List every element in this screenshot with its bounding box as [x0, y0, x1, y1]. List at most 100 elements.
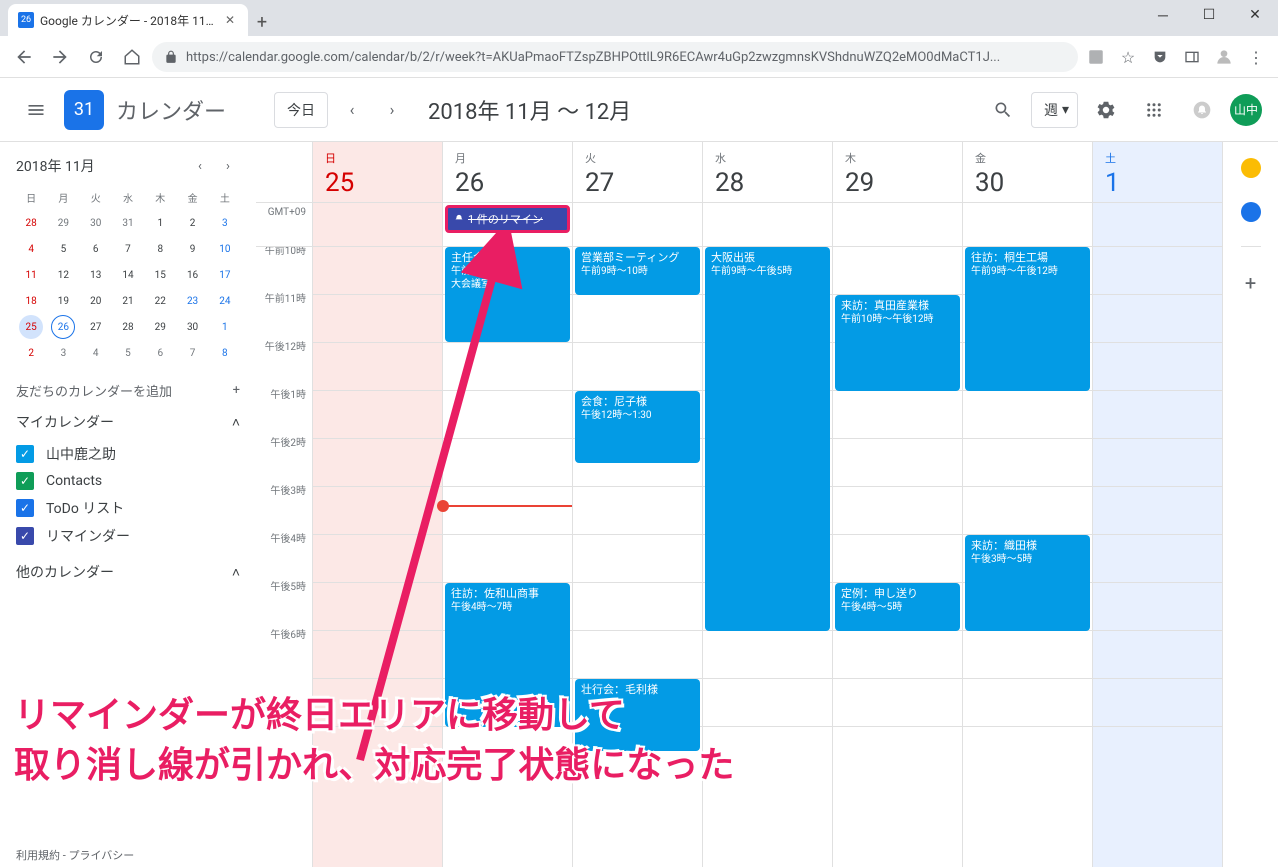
home-icon[interactable]	[116, 41, 148, 73]
footer-links[interactable]: 利用規約 - プライバシー	[16, 847, 134, 863]
prev-week-icon[interactable]: ‹	[336, 94, 368, 126]
new-tab-button[interactable]: +	[248, 8, 276, 36]
apps-grid-icon[interactable]	[1134, 90, 1174, 130]
checkbox-icon[interactable]: ✓	[16, 445, 34, 463]
mini-day[interactable]: 28	[116, 315, 140, 339]
checkbox-icon[interactable]: ✓	[16, 472, 34, 490]
browser-tab[interactable]: 26 Google カレンダー - 2018年 11月 2 ✕	[8, 4, 248, 36]
day-header[interactable]: 月26	[442, 142, 572, 202]
mini-day[interactable]: 6	[148, 341, 172, 365]
calendar-event[interactable]: 大阪出張午前9時～午後5時	[705, 247, 830, 631]
forward-icon[interactable]	[44, 41, 76, 73]
mini-day[interactable]: 16	[181, 263, 205, 287]
mini-day[interactable]: 2	[181, 211, 205, 235]
account-avatar[interactable]: 山中	[1230, 94, 1262, 126]
mini-day[interactable]: 8	[148, 237, 172, 261]
settings-icon[interactable]	[1086, 90, 1126, 130]
time-grid[interactable]: 午前10時午前11時午後12時午後1時午後2時午後3時午後4時午後5時午後6時 …	[256, 247, 1222, 867]
mini-day[interactable]: 1	[213, 315, 237, 339]
mini-day[interactable]: 8	[213, 341, 237, 365]
checkbox-icon[interactable]: ✓	[16, 527, 34, 545]
tasks-icon[interactable]	[1241, 202, 1261, 222]
mini-prev-icon[interactable]: ‹	[188, 154, 212, 178]
day-header[interactable]: 金30	[962, 142, 1092, 202]
mini-calendar-grid[interactable]: 日月火水木金土282930311234567891011121314151617…	[16, 186, 240, 365]
mini-day[interactable]: 29	[148, 315, 172, 339]
mini-day[interactable]: 26	[51, 315, 75, 339]
mini-day[interactable]: 31	[116, 211, 140, 235]
add-calendar-row[interactable]: 友だちのカレンダーを追加 +	[16, 381, 240, 400]
mini-day[interactable]: 2	[19, 341, 43, 365]
mini-day[interactable]: 30	[181, 315, 205, 339]
allday-cell[interactable]: 1 件のリマイン	[442, 203, 572, 246]
plus-icon[interactable]: +	[233, 383, 240, 398]
calendar-item[interactable]: ✓リマインダー	[16, 522, 240, 550]
reload-icon[interactable]	[80, 41, 112, 73]
mini-day[interactable]: 6	[84, 237, 108, 261]
mini-day[interactable]: 7	[181, 341, 205, 365]
view-dropdown[interactable]: 週▾	[1031, 92, 1078, 128]
translate-icon[interactable]	[1082, 43, 1110, 71]
mini-day[interactable]: 5	[116, 341, 140, 365]
window-maximize-icon[interactable]: ☐	[1186, 0, 1232, 30]
day-column[interactable]: 往訪：桐生工場午前9時～午後12時来訪：織田様午後3時～5時	[962, 247, 1092, 867]
mini-day[interactable]: 12	[51, 263, 75, 287]
mini-day[interactable]: 20	[84, 289, 108, 313]
day-column[interactable]: 主任会議午前9時～11時大会議室往訪：佐和山商事午後4時～7時	[442, 247, 572, 867]
day-header[interactable]: 木29	[832, 142, 962, 202]
hamburger-menu-icon[interactable]	[16, 90, 56, 130]
mini-day[interactable]: 10	[213, 237, 237, 261]
calendar-event[interactable]: 壮行会：毛利様	[575, 679, 700, 751]
menu-dots-icon[interactable]: ⋮	[1242, 43, 1270, 71]
day-column[interactable]	[1092, 247, 1222, 867]
pocket-icon[interactable]	[1146, 43, 1174, 71]
calendar-event[interactable]: 往訪：桐生工場午前9時～午後12時	[965, 247, 1090, 391]
calendar-event[interactable]: 定例：申し送り午後4時～5時	[835, 583, 960, 631]
calendar-event[interactable]: 来訪：真田産業様午前10時～午後12時	[835, 295, 960, 391]
allday-cell[interactable]	[962, 203, 1092, 246]
allday-cell[interactable]	[1092, 203, 1222, 246]
calendar-item[interactable]: ✓Contacts	[16, 468, 240, 494]
window-close-icon[interactable]: ✕	[1232, 0, 1278, 30]
mini-next-icon[interactable]: ›	[216, 154, 240, 178]
day-column[interactable]: 営業部ミーティング午前9時～10時会食：尼子様午後12時～1:30壮行会：毛利様	[572, 247, 702, 867]
star-icon[interactable]: ☆	[1114, 43, 1142, 71]
day-header[interactable]: 火27	[572, 142, 702, 202]
mini-day[interactable]: 15	[148, 263, 172, 287]
keep-icon[interactable]	[1241, 158, 1261, 178]
day-column[interactable]: 来訪：真田産業様午前10時～午後12時定例：申し送り午後4時～5時	[832, 247, 962, 867]
calendar-item[interactable]: ✓山中鹿之助	[16, 440, 240, 468]
url-input[interactable]: https://calendar.google.com/calendar/b/2…	[152, 42, 1078, 72]
mini-day[interactable]: 23	[181, 289, 205, 313]
panel-icon[interactable]	[1178, 43, 1206, 71]
day-column[interactable]: 大阪出張午前9時～午後5時	[702, 247, 832, 867]
mini-day[interactable]: 30	[84, 211, 108, 235]
tab-close-icon[interactable]: ✕	[222, 12, 238, 28]
window-minimize-icon[interactable]: ─	[1140, 0, 1186, 30]
back-icon[interactable]	[8, 41, 40, 73]
calendar-event[interactable]: 主任会議午前9時～11時大会議室	[445, 247, 570, 342]
calendar-event[interactable]: 営業部ミーティング午前9時～10時	[575, 247, 700, 295]
profile-icon[interactable]	[1210, 43, 1238, 71]
day-header[interactable]: 水28	[702, 142, 832, 202]
reminder-chip[interactable]: 1 件のリマイン	[445, 205, 570, 233]
mini-day[interactable]: 21	[116, 289, 140, 313]
mini-day[interactable]: 27	[84, 315, 108, 339]
allday-cell[interactable]	[572, 203, 702, 246]
mini-day[interactable]: 1	[148, 211, 172, 235]
mini-day[interactable]: 14	[116, 263, 140, 287]
mini-day[interactable]: 4	[19, 237, 43, 261]
next-week-icon[interactable]: ›	[376, 94, 408, 126]
checkbox-icon[interactable]: ✓	[16, 499, 34, 517]
mini-day[interactable]: 22	[148, 289, 172, 313]
mini-day[interactable]: 5	[51, 237, 75, 261]
today-button[interactable]: 今日	[274, 92, 328, 128]
mini-day[interactable]: 28	[19, 211, 43, 235]
mini-day[interactable]: 3	[213, 211, 237, 235]
allday-cell[interactable]	[702, 203, 832, 246]
my-calendars-header[interactable]: マイカレンダー ˄	[16, 412, 240, 432]
allday-cell[interactable]	[312, 203, 442, 246]
mini-day[interactable]: 18	[19, 289, 43, 313]
other-calendars-header[interactable]: 他のカレンダー ˄	[16, 562, 240, 582]
mini-day[interactable]: 7	[116, 237, 140, 261]
